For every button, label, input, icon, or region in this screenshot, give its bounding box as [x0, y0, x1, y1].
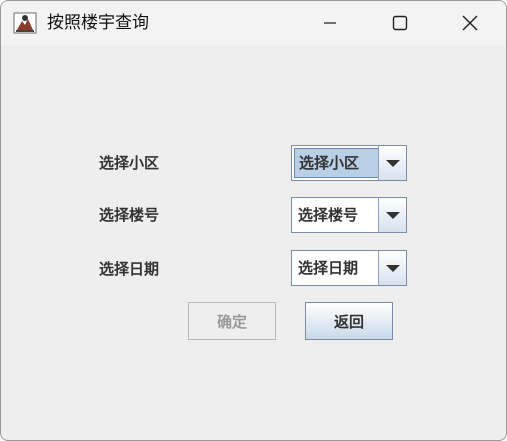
window-title: 按照楼宇查询: [47, 13, 149, 33]
java-app-icon: [13, 11, 37, 35]
minimize-button[interactable]: [297, 1, 363, 45]
app-window: 按照楼宇查询 选择小区 选择小区 选择楼号 选择楼号 选择日期 选择日期 确定 …: [0, 0, 507, 441]
building-dropdown-button[interactable]: [378, 198, 406, 232]
community-combobox[interactable]: 选择小区: [291, 145, 407, 181]
chevron-down-icon: [385, 211, 400, 219]
building-label: 选择楼号: [99, 206, 160, 224]
date-label: 选择日期: [99, 260, 160, 278]
form-panel: 选择小区 选择小区 选择楼号 选择楼号 选择日期 选择日期 确定 返回: [1, 45, 506, 440]
date-dropdown-button[interactable]: [378, 251, 406, 285]
maximize-button[interactable]: [367, 1, 433, 45]
date-combobox-value: 选择日期: [298, 259, 359, 277]
date-combobox[interactable]: 选择日期: [291, 250, 407, 286]
community-dropdown-button[interactable]: [378, 146, 406, 180]
chevron-down-icon: [385, 264, 400, 272]
community-combobox-value: 选择小区: [294, 148, 379, 178]
building-combobox[interactable]: 选择楼号: [291, 197, 407, 233]
close-icon: [462, 15, 478, 31]
chevron-down-icon: [385, 159, 400, 167]
community-label: 选择小区: [99, 154, 160, 172]
confirm-button[interactable]: 确定: [188, 302, 276, 340]
minimize-icon: [324, 22, 336, 24]
title-bar[interactable]: 按照楼宇查询: [1, 1, 506, 45]
maximize-icon: [392, 15, 408, 31]
close-button[interactable]: [437, 1, 503, 45]
back-button[interactable]: 返回: [305, 302, 393, 340]
building-combobox-value: 选择楼号: [298, 206, 359, 224]
